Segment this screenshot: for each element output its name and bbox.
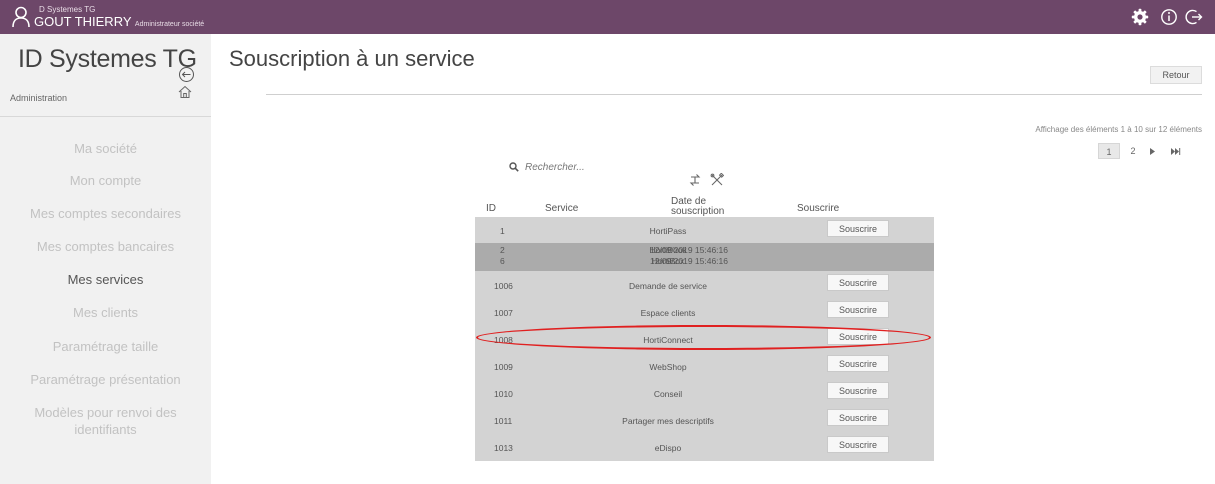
sidebar: ID Systemes TG Administration Ma société… (0, 34, 211, 484)
cell-service: WebShop (649, 362, 687, 372)
subscribe-button[interactable]: Souscrire (827, 301, 889, 318)
sidebar-item-mon-compte[interactable]: Mon compte (0, 172, 211, 189)
cell-id: 1010 (494, 389, 513, 399)
table-row: 1010 Conseil Souscrire (475, 379, 934, 406)
sidebar-item-mes-clients[interactable]: Mes clients (0, 304, 211, 321)
table-row: 1006 Demande de service Souscrire (475, 271, 934, 298)
cell-id: 1006 (494, 281, 513, 291)
table-row: 1013 eDispo Souscrire (475, 433, 934, 461)
cell-service: HortiPass (649, 226, 687, 236)
table-row: 1009 WebShop Souscrire (475, 352, 934, 379)
search-input[interactable] (525, 159, 635, 175)
page-button-next-page[interactable]: 2 (1126, 143, 1140, 159)
user-role: Administrateur société (134, 21, 205, 28)
highlight-annotation (476, 325, 931, 350)
sidebar-item-modeles-identifiants[interactable]: Modèles pour renvoi des identifiants (0, 404, 211, 438)
brand-title: ID Systemes TG (18, 45, 197, 73)
subscribe-button[interactable]: Souscrire (827, 409, 889, 426)
subscribed-rows: 2 HortiBook 12/09/2019 15:46:16 6 HortiB… (475, 243, 934, 271)
column-header-subscribe: Souscrire (797, 203, 840, 214)
cell-service: eDispo (654, 443, 682, 453)
user-icon[interactable] (12, 6, 30, 28)
last-page-icon[interactable] (1170, 147, 1181, 156)
user-company: D Systemes TG (39, 5, 96, 14)
home-icon[interactable] (178, 85, 192, 99)
column-header-id: ID (486, 203, 496, 214)
tools-icon[interactable] (710, 173, 724, 187)
page-button-current[interactable]: 1 (1098, 143, 1120, 159)
table-row: 1 HortiPass Souscrire (475, 217, 934, 243)
next-page-icon[interactable] (1148, 147, 1157, 156)
cell-id: 1007 (494, 308, 513, 318)
cell-date: 12/09/2019 15:46:16 (650, 256, 728, 266)
table-row: 1007 Espace clients Souscrire (475, 298, 934, 325)
back-circle-icon[interactable] (178, 66, 195, 83)
sidebar-divider (0, 116, 211, 117)
cell-service: Partager mes descriptifs (622, 416, 714, 426)
table-row: 1011 Partager mes descriptifs Souscrire (475, 406, 934, 433)
column-header-service: Service (545, 203, 579, 214)
cell-id: 1011 (494, 416, 513, 426)
cell-service: Demande de service (629, 281, 707, 291)
subscribe-button[interactable]: Souscrire (827, 220, 889, 237)
sidebar-item-comptes-secondaires[interactable]: Mes comptes secondaires (0, 205, 211, 222)
user-name-text: GOUT THIERRY (34, 14, 132, 29)
gear-icon[interactable] (1131, 8, 1149, 26)
cell-id: 1009 (494, 362, 513, 372)
sidebar-item-parametrage-presentation[interactable]: Paramétrage présentation (0, 371, 211, 388)
pagination-info: Affichage des éléments 1 à 10 sur 12 élé… (1035, 125, 1202, 134)
cell-service: Espace clients (640, 308, 696, 318)
swap-arrows-icon[interactable] (688, 173, 702, 187)
cell-service: Conseil (653, 389, 683, 399)
subscribe-button[interactable]: Souscrire (827, 355, 889, 372)
cell-id: 6 (500, 256, 505, 266)
sidebar-item-comptes-bancaires[interactable]: Mes comptes bancaires (0, 238, 211, 255)
back-button[interactable]: Retour (1150, 66, 1202, 84)
subscribe-button[interactable]: Souscrire (827, 436, 889, 453)
subscribe-button[interactable]: Souscrire (827, 274, 889, 291)
logout-icon[interactable] (1185, 8, 1203, 26)
sidebar-item-parametrage-taille[interactable]: Paramétrage taille (0, 338, 211, 355)
cell-id: 1 (500, 226, 505, 236)
subscribe-button[interactable]: Souscrire (827, 382, 889, 399)
column-header-date: Date de souscription (671, 196, 725, 217)
cell-id: 1013 (494, 443, 513, 453)
cell-date: 12/09/2019 15:46:16 (650, 245, 728, 255)
search-icon (509, 162, 519, 172)
user-name[interactable]: GOUT THIERRY Administrateur société (34, 14, 204, 29)
sidebar-item-mes-services[interactable]: Mes services (0, 271, 211, 288)
page-title: Souscription à un service (229, 46, 475, 71)
info-icon[interactable] (1160, 8, 1178, 26)
cell-id: 2 (500, 245, 505, 255)
top-bar: D Systemes TG GOUT THIERRY Administrateu… (0, 0, 1215, 34)
sidebar-section-label: Administration (10, 93, 68, 103)
title-divider (266, 94, 1202, 95)
sidebar-item-ma-societe[interactable]: Ma société (0, 140, 211, 157)
